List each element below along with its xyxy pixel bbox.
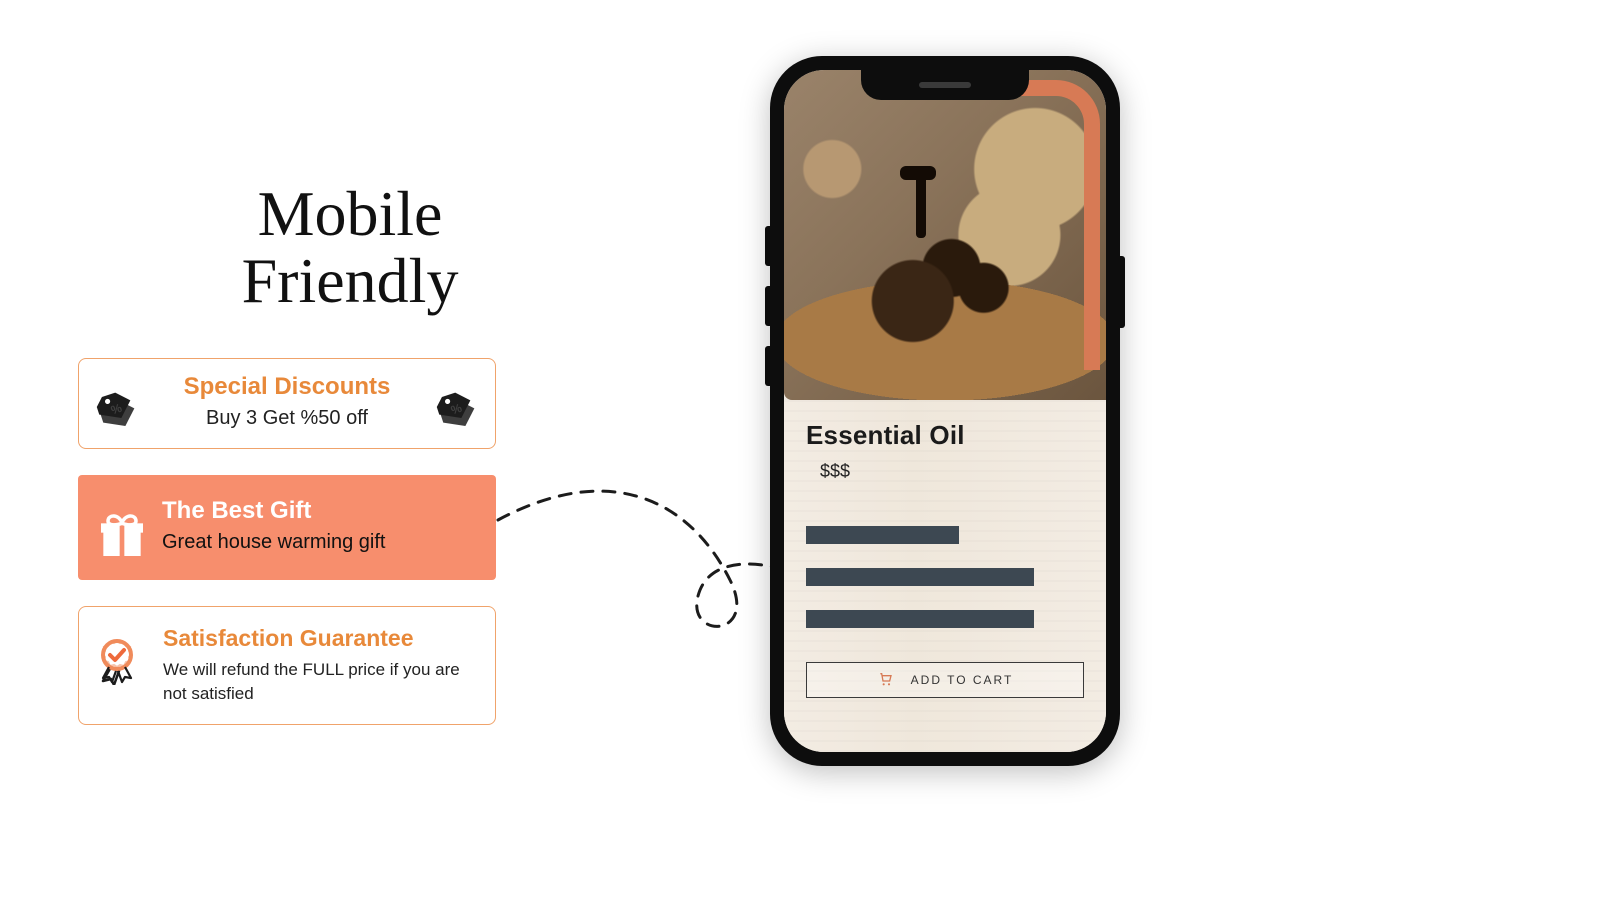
card-satisfaction-guarantee: Satisfaction Guarantee We will refund th… xyxy=(78,606,496,725)
card-title: Special Discounts xyxy=(97,373,477,401)
price-tag-icon: % xyxy=(91,385,143,437)
card-subtitle: We will refund the FULL price if you are… xyxy=(97,658,477,706)
add-to-cart-button[interactable]: ADD TO CART xyxy=(806,662,1084,698)
card-best-gift: The Best Gift Great house warming gift xyxy=(78,475,496,580)
card-title: Satisfaction Guarantee xyxy=(97,625,477,652)
placeholder-line xyxy=(806,610,1034,628)
description-placeholder xyxy=(806,526,1084,628)
product-panel: Essential Oil $$$ ADD TO CART xyxy=(784,400,1106,752)
gift-icon xyxy=(92,505,152,565)
guarantee-badge-icon xyxy=(91,635,143,687)
product-price: $$$ xyxy=(820,461,1084,482)
card-subtitle: Great house warming gift xyxy=(96,531,478,554)
phone-notch xyxy=(861,70,1029,100)
corner-accent xyxy=(990,80,1100,370)
add-to-cart-label: ADD TO CART xyxy=(911,673,1014,687)
card-title: The Best Gift xyxy=(96,497,478,525)
card-special-discounts: % Special Discounts Buy 3 Get %50 off % xyxy=(78,358,496,449)
placeholder-line xyxy=(806,568,1034,586)
cart-icon xyxy=(877,671,893,690)
headline: Mobile Friendly xyxy=(170,180,530,314)
product-title: Essential Oil xyxy=(806,420,1084,451)
phone-screen: Essential Oil $$$ ADD TO CART xyxy=(784,70,1106,752)
card-subtitle: Buy 3 Get %50 off xyxy=(97,407,477,430)
feature-cards: % Special Discounts Buy 3 Get %50 off % xyxy=(78,358,496,725)
placeholder-line xyxy=(806,526,959,544)
phone-mockup: Essential Oil $$$ ADD TO CART xyxy=(770,56,1120,766)
product-hero-image xyxy=(784,70,1106,400)
price-tag-icon: % xyxy=(431,385,483,437)
